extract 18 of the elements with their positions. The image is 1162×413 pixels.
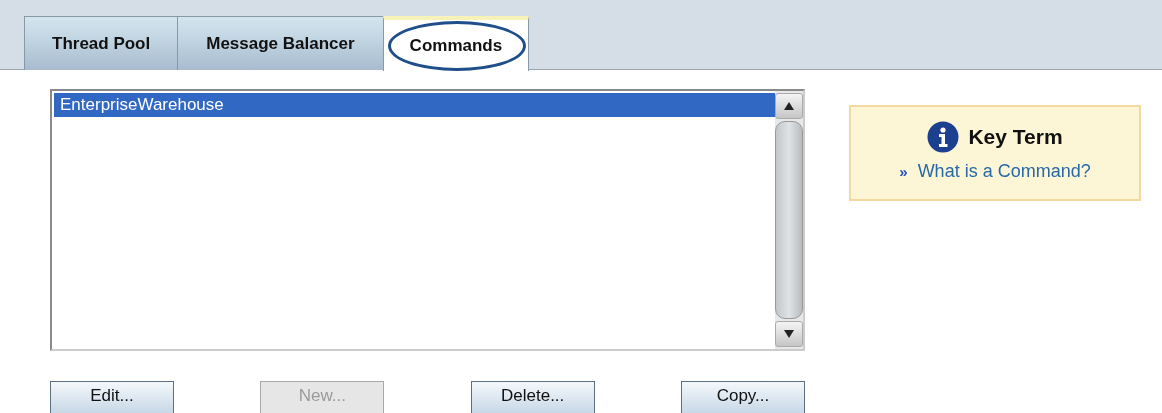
- scroll-thumb[interactable]: [775, 121, 803, 319]
- action-button[interactable]: Delete...: [470, 381, 595, 413]
- scroll-down-button[interactable]: [775, 321, 803, 347]
- tab[interactable]: Thread Pool: [24, 16, 179, 70]
- action-button[interactable]: Edit...: [50, 381, 174, 413]
- card-title: Key Term: [968, 125, 1063, 149]
- down-arrow-icon: [784, 330, 794, 338]
- scrollbar[interactable]: [775, 91, 803, 349]
- list-item[interactable]: EnterpriseWarehouse: [54, 93, 775, 117]
- scroll-up-button[interactable]: [775, 93, 803, 119]
- tab[interactable]: Commands: [382, 16, 530, 71]
- command-list[interactable]: EnterpriseWarehouse: [50, 89, 805, 351]
- up-arrow-icon: [784, 102, 794, 110]
- help-link[interactable]: What is a Command?: [917, 161, 1091, 182]
- action-button[interactable]: Copy...: [681, 381, 805, 413]
- tab[interactable]: Message Balancer: [177, 16, 384, 70]
- info-icon: [927, 121, 960, 153]
- link-marker: »: [899, 163, 908, 180]
